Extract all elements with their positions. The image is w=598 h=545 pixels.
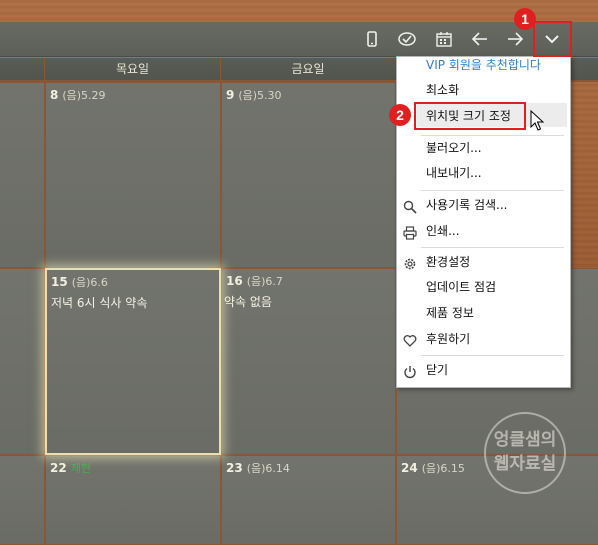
search-icon bbox=[403, 198, 417, 214]
cell-date: 24 (음)6.15 bbox=[401, 461, 465, 475]
mouse-cursor-icon bbox=[530, 109, 545, 136]
menu-item-donate[interactable]: 후원하기 bbox=[397, 327, 570, 351]
check-circle-icon[interactable] bbox=[392, 22, 422, 56]
menu-item-print[interactable]: 인쇄... bbox=[397, 219, 570, 243]
step-badge-1: 1 bbox=[514, 8, 536, 30]
day-header-friday: 금요일 bbox=[291, 62, 325, 76]
calendar-cell[interactable]: 23 (음)6.14 bbox=[221, 455, 396, 545]
holiday-label: 제헌 bbox=[70, 462, 91, 475]
highlight-box-dropdown-button bbox=[533, 21, 572, 57]
gear-icon bbox=[403, 255, 417, 270]
cell-date: 15 (음)6.6 bbox=[51, 275, 108, 289]
calendar-cell[interactable]: 9 (음)5.30 bbox=[221, 82, 396, 268]
cell-date: 23 (음)6.14 bbox=[226, 461, 290, 475]
day-header-thursday: 목요일 bbox=[115, 62, 150, 76]
menu-item-history-search[interactable]: 사용기록 검색... bbox=[397, 193, 570, 217]
power-icon bbox=[403, 363, 417, 379]
menu-item-import[interactable]: 불러오기... bbox=[397, 136, 570, 160]
calendar-cell[interactable]: 8 (음)5.29 bbox=[45, 82, 221, 268]
calendar-icon[interactable] bbox=[429, 22, 459, 56]
step-badge-2: 2 bbox=[389, 104, 411, 126]
toolbar bbox=[0, 22, 598, 57]
mobile-icon[interactable] bbox=[357, 22, 387, 56]
cell-date: 16 (음)6.7 bbox=[226, 274, 283, 288]
menu-item-settings[interactable]: 환경설정 bbox=[397, 250, 570, 274]
cell-date: 8 (음)5.29 bbox=[50, 88, 106, 102]
heart-icon bbox=[403, 332, 417, 347]
menu-item-export[interactable]: 내보내기... bbox=[397, 161, 570, 185]
watermark-logo: 엉클샘의 웹자료실 bbox=[484, 412, 566, 494]
menu-item-minimize[interactable]: 최소화 bbox=[397, 78, 570, 102]
menu-item-product-info[interactable]: 제품 정보 bbox=[397, 301, 570, 325]
cell-note: 저녁 6시 식사 약속 bbox=[51, 296, 148, 310]
printer-icon bbox=[403, 224, 417, 240]
cell-date: 22 제헌 bbox=[50, 461, 91, 475]
calendar-cell[interactable] bbox=[0, 268, 45, 455]
calendar-cell[interactable] bbox=[0, 455, 45, 545]
calendar-cell[interactable]: 22 제헌 bbox=[45, 455, 221, 545]
arrow-left-icon[interactable] bbox=[465, 22, 495, 56]
calendar-cell[interactable] bbox=[0, 82, 45, 268]
menu-item-update-check[interactable]: 업데이트 점검 bbox=[397, 275, 570, 299]
cell-note: 약속 없음 bbox=[224, 295, 272, 309]
highlight-box-position-size bbox=[414, 102, 526, 130]
calendar-cell-today[interactable]: 15 (음)6.6 저녁 6시 식사 약속 bbox=[45, 268, 221, 455]
menu-item-close[interactable]: 닫기 bbox=[397, 358, 570, 382]
cell-date: 9 (음)5.30 bbox=[226, 88, 282, 102]
calendar-cell[interactable]: 16 (음)6.7 약속 없음 bbox=[221, 268, 396, 455]
